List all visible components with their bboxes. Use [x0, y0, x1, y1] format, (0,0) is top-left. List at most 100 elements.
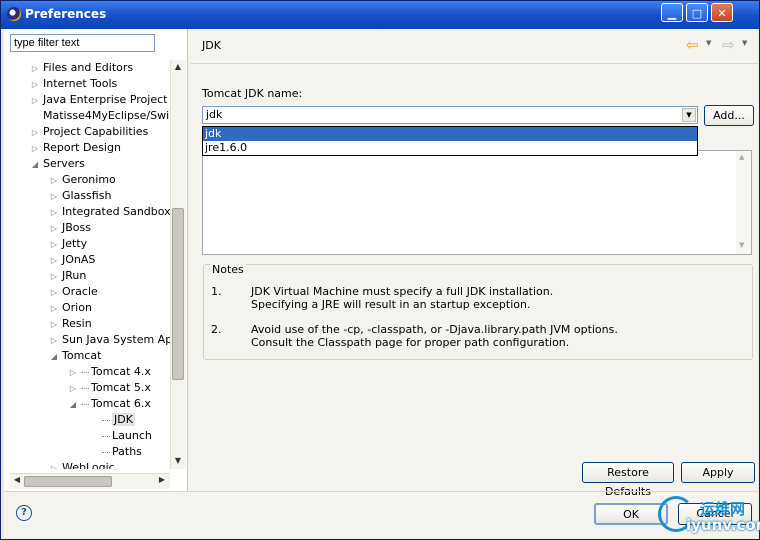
tree-item-label: Tomcat 5.x	[91, 381, 151, 394]
scroll-down-icon[interactable]: ▼	[173, 456, 183, 468]
back-arrow-icon[interactable]: ⇦	[686, 36, 699, 54]
add-button[interactable]: Add...	[704, 105, 754, 126]
tree-connector	[102, 435, 110, 437]
tree-item[interactable]: ▷ WebLogic	[49, 460, 115, 469]
tree-item[interactable]: ▷ Tomcat 5.x	[68, 380, 151, 396]
tree-item[interactable]: ▷ Report Design	[30, 140, 121, 156]
expand-toggle-icon[interactable]: ▷	[30, 61, 40, 77]
tree-item[interactable]: Launch	[102, 428, 152, 444]
tree-item-label: Glassfish	[62, 189, 112, 202]
jdk-dropdown-list[interactable]: jdk jre1.6.0	[202, 126, 698, 156]
expand-toggle-icon[interactable]: ▷	[30, 141, 40, 157]
expand-toggle-icon[interactable]: ▷	[30, 125, 40, 141]
close-button[interactable]: ✕	[711, 3, 733, 22]
tree-item-label: Jetty	[62, 237, 88, 250]
tree-item[interactable]: ▷ Glassfish	[49, 188, 112, 205]
tree-connector	[81, 387, 89, 389]
expand-toggle-icon[interactable]: ▷	[49, 301, 59, 317]
tree-item-label: JOnAS	[62, 253, 96, 266]
expand-toggle-icon[interactable]: ▷	[49, 237, 59, 253]
note-number: 2.	[211, 323, 222, 336]
tree-item[interactable]: ▷ JBoss	[49, 220, 91, 236]
tree-item[interactable]: Matisse4MyEclipse/Swin	[30, 108, 170, 124]
minimize-button[interactable]: ▁	[661, 3, 683, 22]
scroll-down-icon[interactable]: ▼	[739, 241, 744, 249]
expand-toggle-icon[interactable]: ▷	[49, 205, 59, 221]
tree-item-label: JBoss	[62, 221, 91, 234]
tree-item[interactable]: ▷ Tomcat 4.x	[68, 364, 151, 380]
title-bar[interactable]: Preferences ▁ □ ✕	[1, 1, 759, 29]
tree-item[interactable]: ▷ Jetty	[49, 236, 87, 252]
tree-item[interactable]: ▷ Internet Tools	[30, 76, 117, 92]
maximize-button[interactable]: □	[686, 3, 708, 22]
tree-item[interactable]: ▷ Orion	[49, 300, 92, 316]
forward-dropdown-icon: ▼	[742, 39, 748, 47]
filter-input[interactable]	[10, 34, 155, 52]
scroll-thumb[interactable]	[172, 208, 184, 380]
tree-item[interactable]: ◢ Tomcat	[49, 348, 101, 364]
tree-item-label: JDK	[112, 413, 135, 426]
expand-toggle-icon[interactable]: ▷	[30, 93, 40, 109]
note-number: 1.	[211, 285, 222, 298]
tree-item[interactable]: ▷ Resin	[49, 316, 92, 332]
scroll-left-icon[interactable]: ◀	[11, 475, 23, 487]
restore-defaults-button[interactable]: Restore Defaults	[582, 462, 674, 498]
expand-toggle-icon[interactable]: ▷	[49, 317, 59, 333]
tree-item[interactable]: ▷ Project Capabilities	[30, 124, 148, 140]
back-dropdown-icon[interactable]: ▼	[706, 39, 711, 47]
tree-item[interactable]: ▷ Oracle	[49, 284, 98, 300]
expand-toggle-icon[interactable]: ▷	[49, 189, 59, 205]
tree-item[interactable]: ▷ Java Enterprise Project	[30, 92, 168, 109]
preference-page: JDK ⇦ ▼ ⇨ ▼ Tomcat JDK name: jdk ▼ Add..…	[190, 29, 758, 498]
notes-group: Notes 1. JDK Virtual Machine must specif…	[203, 263, 753, 360]
header-divider	[190, 63, 758, 64]
tree-item[interactable]: ◢ Tomcat 6.x	[68, 396, 151, 412]
expand-toggle-icon[interactable]: ▷	[49, 253, 59, 269]
tree-item[interactable]: ▷ Sun Java System Ap	[49, 332, 170, 348]
tree-item-label: Paths	[112, 445, 142, 458]
chevron-down-icon[interactable]: ▼	[682, 108, 696, 122]
tree-connector	[102, 419, 110, 421]
tree-item-label: Tomcat 6.x	[91, 397, 151, 410]
expand-toggle-icon[interactable]: ▷	[49, 173, 59, 189]
expand-toggle-icon[interactable]: ▷	[49, 269, 59, 285]
tree-vertical-scrollbar[interactable]: ▲ ▼	[170, 60, 186, 469]
expand-toggle-icon[interactable]: ◢	[30, 157, 40, 173]
tree-item[interactable]: JDK	[102, 412, 135, 428]
tree-item-label: WebLogic	[62, 461, 115, 469]
dropdown-option-jdk[interactable]: jdk	[203, 127, 697, 141]
tree-item-label: Project Capabilities	[43, 125, 149, 138]
tree-item[interactable]: ▷ JOnAS	[49, 252, 95, 268]
tree-item-label: Internet Tools	[43, 77, 118, 90]
tree-item[interactable]: ▷ Files and Editors	[30, 60, 133, 76]
jre-list-scrollbar[interactable]: ▲ ▼	[736, 151, 751, 254]
tree-item[interactable]: Paths	[102, 444, 142, 460]
tree-item[interactable]: ▷ Integrated Sandbox	[49, 204, 170, 220]
expand-toggle-icon[interactable]: ▷	[49, 333, 59, 349]
expand-toggle-icon[interactable]: ◢	[49, 349, 59, 365]
jre-list[interactable]: ▲ ▼	[202, 150, 752, 255]
help-icon[interactable]: ?	[16, 505, 32, 521]
dialog-body: ▷Files and Editors▷Internet Tools▷Java E…	[4, 29, 760, 538]
eclipse-icon	[7, 7, 21, 21]
apply-button[interactable]: Apply	[681, 462, 755, 483]
expand-toggle-icon[interactable]: ▷	[68, 365, 78, 381]
dropdown-option-jre[interactable]: jre1.6.0	[203, 141, 697, 155]
tree-connector	[81, 403, 89, 405]
tree-item[interactable]: ▷ JRun	[49, 268, 86, 284]
expand-toggle-icon[interactable]: ◢	[68, 397, 78, 413]
expand-toggle-icon[interactable]: ▷	[49, 221, 59, 237]
jdk-name-combo[interactable]: jdk ▼	[202, 106, 698, 124]
expand-toggle-icon[interactable]: ▷	[68, 381, 78, 397]
scroll-up-icon[interactable]: ▲	[173, 62, 183, 74]
tree-item[interactable]: ◢ Servers	[30, 156, 85, 172]
tree-horizontal-scrollbar[interactable]: ◀ ▶	[10, 473, 170, 489]
tree-item[interactable]: ▷ Geronimo	[49, 172, 116, 188]
expand-toggle-icon[interactable]: ▷	[49, 461, 59, 469]
expand-toggle-icon[interactable]: ▷	[30, 77, 40, 93]
expand-toggle-icon[interactable]: ▷	[49, 285, 59, 301]
scroll-up-icon[interactable]: ▲	[739, 153, 744, 161]
scroll-right-icon[interactable]: ▶	[156, 475, 168, 487]
note-line: Avoid use of the -cp, -classpath, or -Dj…	[251, 323, 618, 336]
scroll-thumb-horizontal[interactable]	[24, 476, 112, 487]
